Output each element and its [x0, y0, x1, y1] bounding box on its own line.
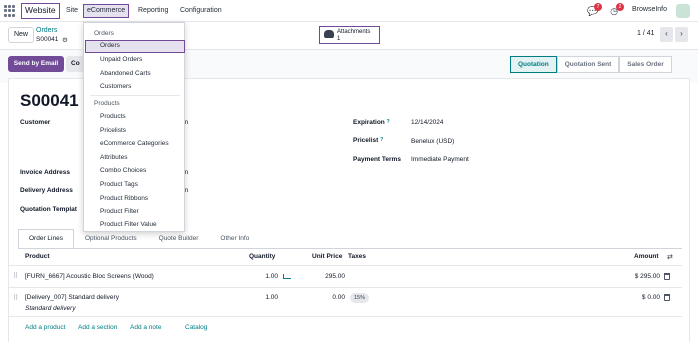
- trash-icon[interactable]: [664, 273, 670, 280]
- stage-quotation-sent[interactable]: Quotation Sent: [556, 56, 620, 73]
- menu-item-orders[interactable]: Orders: [85, 40, 185, 53]
- top-navbar: Website Site eCommerce Reporting Configu…: [0, 0, 698, 22]
- header-divider: [8, 265, 682, 266]
- col-amount[interactable]: Amount: [634, 253, 659, 260]
- forecast-chart-icon[interactable]: [283, 274, 291, 279]
- line-amount: $ 0.00: [641, 294, 660, 301]
- attachments-count: 1: [337, 35, 341, 42]
- dropdown-header-products: Products: [94, 100, 120, 107]
- expiration-field[interactable]: 12/14/2024: [411, 119, 444, 126]
- status-bar: Quotation Quotation Sent Sales Order: [510, 56, 672, 73]
- menu-item-product-filter-value[interactable]: Product Filter Value: [100, 221, 157, 228]
- menu-site[interactable]: Site: [66, 4, 78, 18]
- tab-quote-builder[interactable]: Quote Builder: [148, 229, 210, 249]
- menu-item-customers[interactable]: Customers: [100, 83, 131, 90]
- expiration-label: Expiration ?: [353, 119, 390, 126]
- line-product[interactable]: [Delivery_007] Standard delivery: [25, 294, 119, 301]
- col-taxes[interactable]: Taxes: [348, 253, 366, 260]
- record-title: S00041: [20, 91, 79, 110]
- drag-handle-icon[interactable]: ⠿: [13, 272, 18, 280]
- drag-handle-icon[interactable]: ⠿: [13, 294, 18, 302]
- menu-item-attributes[interactable]: Attributes: [100, 154, 127, 161]
- menu-reporting[interactable]: Reporting: [138, 4, 168, 18]
- col-unit-price[interactable]: Unit Price: [312, 253, 342, 260]
- gear-icon[interactable]: ⚙: [62, 36, 68, 44]
- pager-next-icon[interactable]: ›: [675, 27, 688, 42]
- add-note-link[interactable]: Add a note: [130, 324, 161, 331]
- line-product[interactable]: [FURN_6667] Acoustic Bloc Screens (Wood): [25, 273, 154, 280]
- line-quantity[interactable]: 1.00: [248, 294, 278, 301]
- new-button[interactable]: New: [8, 27, 34, 43]
- breadcrumb-orders[interactable]: Orders: [36, 27, 57, 34]
- menu-item-pricelists[interactable]: Pricelists: [100, 127, 126, 134]
- chat-badge: 7: [594, 3, 602, 11]
- menu-item-abandoned-carts[interactable]: Abandoned Carts: [100, 70, 151, 77]
- menu-configuration[interactable]: Configuration: [180, 4, 222, 18]
- add-product-link[interactable]: Add a product: [25, 324, 65, 331]
- dropdown-divider: [90, 95, 180, 96]
- row-divider: [8, 316, 682, 317]
- customer-label: Customer: [20, 119, 51, 126]
- row-divider: [8, 287, 682, 288]
- optional-columns-icon[interactable]: ⇄: [667, 253, 673, 261]
- attachments-button[interactable]: Attachments 1: [319, 26, 380, 44]
- tab-other-info[interactable]: Other Info: [209, 229, 260, 249]
- tab-divider: [18, 248, 682, 249]
- menu-item-combo-choices[interactable]: Combo Choices: [100, 167, 146, 174]
- payment-terms-field[interactable]: Immediate Payment: [411, 156, 469, 163]
- menu-item-product-tags[interactable]: Product Tags: [100, 181, 138, 188]
- payment-terms-label: Payment Terms: [353, 156, 401, 163]
- user-avatar[interactable]: [676, 4, 690, 18]
- send-by-email-button[interactable]: Send by Email: [8, 56, 64, 72]
- menu-ecommerce[interactable]: eCommerce: [83, 4, 130, 18]
- line-amount: $ 295.00: [634, 273, 660, 280]
- menu-item-ecommerce-categories[interactable]: eCommerce Categories: [100, 140, 169, 147]
- trash-icon[interactable]: [664, 294, 670, 301]
- invoice-address-label: Invoice Address: [20, 169, 70, 176]
- menu-item-product-filter[interactable]: Product Filter: [100, 208, 139, 215]
- line-unit-price[interactable]: 295.00: [300, 273, 345, 280]
- stage-quotation[interactable]: Quotation: [510, 56, 557, 73]
- line-unit-price[interactable]: 0.00: [300, 294, 345, 301]
- pager-value[interactable]: 1 / 41: [637, 30, 655, 37]
- col-product[interactable]: Product: [25, 253, 50, 260]
- line-description[interactable]: Standard delivery: [25, 305, 76, 312]
- delivery-address-label: Delivery Address: [20, 187, 73, 194]
- dropdown-header-orders: Orders: [94, 30, 114, 37]
- menu-item-unpaid-orders[interactable]: Unpaid Orders: [100, 56, 142, 63]
- notebook-tabs: Order Lines Optional Products Quote Buil…: [18, 229, 260, 249]
- apps-grid-icon[interactable]: [4, 5, 16, 17]
- quotation-template-label: Quotation Templat: [20, 206, 77, 213]
- menu-item-product-ribbons[interactable]: Product Ribbons: [100, 195, 148, 202]
- col-quantity[interactable]: Quantity: [249, 253, 275, 260]
- stage-sales-order[interactable]: Sales Order: [619, 56, 672, 73]
- cloud-upload-icon: [324, 30, 334, 38]
- tab-optional-products[interactable]: Optional Products: [74, 229, 148, 249]
- tax-badge[interactable]: 15%: [350, 293, 370, 303]
- activity-badge: 2: [616, 3, 624, 11]
- company-switcher[interactable]: BrowseInfo: [632, 6, 667, 13]
- pricelist-field[interactable]: Benelux (USD): [411, 138, 454, 145]
- tab-order-lines[interactable]: Order Lines: [18, 229, 74, 249]
- add-section-link[interactable]: Add a section: [78, 324, 117, 331]
- menu-item-products[interactable]: Products: [100, 113, 126, 120]
- line-quantity[interactable]: 1.00: [248, 273, 278, 280]
- pricelist-label: Pricelist ?: [353, 137, 384, 144]
- ecommerce-dropdown: Orders Orders Unpaid Orders Abandoned Ca…: [83, 22, 185, 232]
- app-name[interactable]: Website: [21, 3, 60, 19]
- pager-prev-icon[interactable]: ‹: [660, 27, 673, 42]
- catalog-link[interactable]: Catalog: [185, 324, 207, 331]
- breadcrumb-current: S00041: [36, 36, 59, 43]
